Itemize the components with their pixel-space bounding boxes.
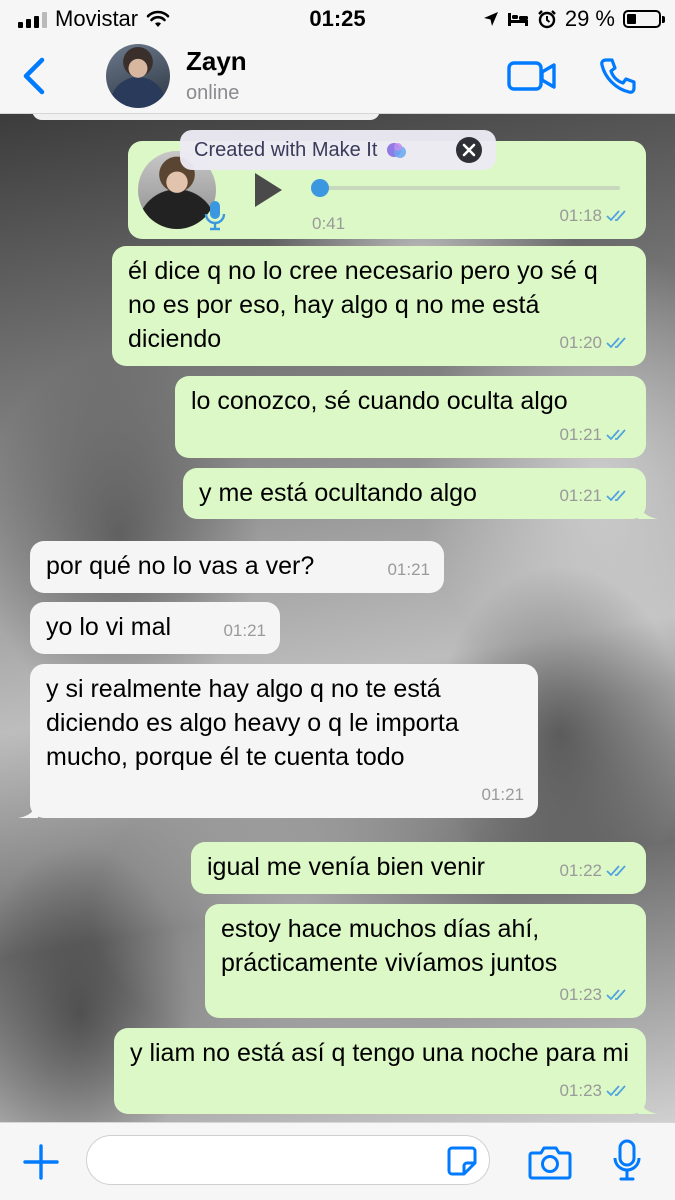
battery-fill — [627, 14, 636, 24]
incoming-message[interactable]: y si realmente hay algo q no te está dic… — [18, 664, 538, 818]
message-text: y liam no está así q tengo una noche par… — [130, 1039, 629, 1067]
message-time: 01:21 — [387, 560, 430, 579]
watermark-text: Created with Make It — [194, 138, 378, 161]
outgoing-message[interactable]: lo conozco, sé cuando oculta algo 01:21 — [175, 376, 646, 458]
double-check-icon — [606, 337, 626, 349]
incoming-message[interactable]: yo lo vi mal 01:21 — [30, 602, 280, 654]
message-meta: 01:21 — [559, 479, 632, 513]
incoming-message[interactable]: por qué no lo vas a ver? 01:21 — [30, 541, 444, 593]
battery-icon — [623, 10, 665, 28]
double-check-icon — [606, 1085, 626, 1097]
message-text: él dice q no lo cree necesario pero yo s… — [128, 257, 598, 353]
back-chevron-icon[interactable] — [16, 54, 56, 98]
bubble-tail — [638, 1096, 658, 1114]
message-meta: 01:21 — [223, 614, 266, 648]
camera-icon[interactable] — [528, 1143, 572, 1181]
message-text: por qué no lo vas a ver? — [46, 552, 315, 580]
status-right: 29 % — [483, 6, 665, 32]
message-time: 01:21 — [559, 425, 602, 444]
close-icon[interactable] — [456, 137, 482, 163]
partial-bubble — [32, 114, 380, 120]
message-meta: 01:22 — [559, 854, 632, 888]
message-meta: 01:23 — [559, 978, 632, 1012]
video-call-icon[interactable] — [506, 58, 558, 94]
status-bar: Movistar 01:25 29 % — [0, 0, 675, 38]
outgoing-message[interactable]: estoy hace muchos días ahí, prácticament… — [205, 904, 646, 1018]
message-time: 01:23 — [559, 1081, 602, 1100]
message-meta: 01:23 — [559, 1074, 632, 1108]
play-icon[interactable] — [252, 171, 284, 209]
contact-name[interactable]: Zayn — [186, 46, 247, 77]
message-meta: 01:21 — [481, 778, 524, 812]
double-check-icon — [606, 490, 626, 502]
double-check-icon — [606, 210, 626, 222]
phone-call-icon[interactable] — [598, 56, 638, 96]
double-check-icon — [606, 989, 626, 1001]
message-meta: 01:20 — [559, 326, 632, 360]
sleep-bed-icon — [507, 13, 528, 26]
make-it-watermark: Created with Make It — [180, 130, 496, 170]
message-time: 01:21 — [223, 621, 266, 640]
chat-area[interactable]: 0:41 01:18 Created with Make It él dice … — [0, 114, 675, 1122]
message-text: lo conozco, sé cuando oculta algo — [191, 387, 568, 415]
microphone-icon[interactable] — [612, 1139, 642, 1183]
message-time: 01:23 — [559, 985, 602, 1004]
message-meta: 01:21 — [559, 418, 632, 452]
make-it-logo-icon — [387, 143, 407, 158]
microphone-icon — [204, 201, 226, 231]
message-time: 01:21 — [559, 486, 602, 505]
voice-progress-track[interactable] — [320, 186, 620, 190]
double-check-icon — [606, 865, 626, 877]
voice-progress-knob[interactable] — [311, 179, 329, 197]
contact-status: online — [186, 82, 240, 104]
outgoing-message[interactable]: él dice q no lo cree necesario pero yo s… — [112, 246, 646, 366]
message-time: 01:18 — [559, 206, 602, 225]
contact-avatar[interactable] — [106, 44, 170, 108]
location-arrow-icon — [483, 12, 498, 26]
message-text: y si realmente hay algo q no te está dic… — [46, 675, 459, 771]
message-time: 01:22 — [559, 861, 602, 880]
sticker-icon[interactable] — [446, 1145, 478, 1177]
bubble-tail — [18, 800, 38, 818]
message-input-bar — [0, 1122, 675, 1200]
message-meta: 01:21 — [387, 553, 430, 587]
double-check-icon — [606, 429, 626, 441]
message-time: 01:21 — [481, 785, 524, 804]
message-meta: 01:18 — [559, 199, 632, 233]
battery-percent: 29 % — [564, 6, 615, 31]
voice-duration: 0:41 — [312, 214, 346, 233]
chat-header: Zayn online — [0, 38, 675, 114]
outgoing-message[interactable]: y liam no está así q tengo una noche par… — [114, 1028, 658, 1114]
outgoing-message[interactable]: y me está ocultando algo 01:21 — [183, 468, 658, 519]
message-input[interactable] — [86, 1135, 490, 1185]
bubble-tail — [638, 501, 658, 519]
alarm-icon — [537, 10, 556, 29]
outgoing-message[interactable]: igual me venía bien venir 01:22 — [191, 842, 646, 894]
plus-icon[interactable] — [22, 1143, 60, 1181]
message-text: estoy hace muchos días ahí, prácticament… — [221, 915, 558, 977]
message-time: 01:20 — [559, 333, 602, 352]
